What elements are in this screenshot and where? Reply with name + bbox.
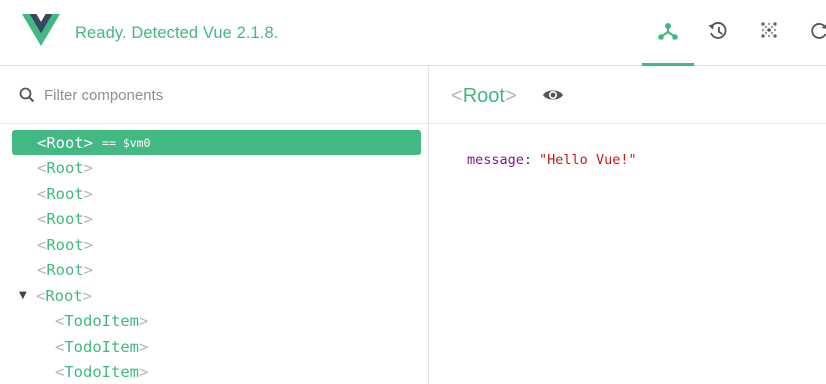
tree-node-root[interactable]: < Root > [37, 181, 93, 206]
open-bracket: < [37, 209, 47, 228]
inspector-header: <Root> [429, 66, 826, 124]
tab-components[interactable] [642, 10, 694, 66]
state-property-row: message: "Hello Vue!" [467, 152, 637, 168]
open-bracket: < [37, 133, 47, 152]
component-name: Root [46, 235, 84, 254]
eye-icon[interactable] [542, 88, 564, 102]
component-name: TodoItem [64, 337, 139, 356]
tree-node-root[interactable]: < Root > [37, 257, 93, 282]
tree-node-root[interactable]: < Root > [37, 155, 93, 180]
component-name: Root [46, 260, 84, 279]
state-key: message [467, 152, 524, 168]
component-name: TodoItem [64, 362, 139, 381]
open-bracket: < [37, 235, 47, 254]
tree-node-todoitem[interactable]: < TodoItem > [55, 334, 148, 359]
open-bracket: < [451, 85, 463, 107]
open-bracket: < [55, 337, 65, 356]
component-name: TodoItem [64, 311, 139, 330]
tree-node-root-selected[interactable]: < Root > == $vm0 [12, 130, 421, 155]
close-bracket: > [83, 209, 94, 228]
open-bracket: < [37, 158, 47, 177]
filter-components-input[interactable] [44, 83, 404, 107]
close-bracket: > [82, 286, 93, 305]
components-icon [658, 23, 678, 40]
component-name: Root [46, 158, 84, 177]
tab-events[interactable] [743, 10, 795, 66]
vue-devtools-window: Ready. Detected Vue 2.1.8. Filter compon… [0, 0, 826, 384]
component-name: Root [46, 209, 84, 228]
open-bracket: < [55, 311, 65, 330]
close-bracket: > [83, 235, 94, 254]
search-icon [19, 87, 35, 103]
filter-bar [0, 66, 428, 124]
open-bracket: < [37, 184, 47, 203]
component-name: Root [46, 184, 84, 203]
tab-refresh[interactable] [794, 10, 826, 66]
close-bracket: > [139, 362, 149, 381]
inspected-component-title: <Root> [451, 85, 517, 108]
tree-node-root-expanded[interactable]: ▼ < Root > [19, 283, 92, 308]
tree-node-root[interactable]: < Root > [37, 232, 93, 257]
state-value[interactable]: "Hello Vue!" [539, 152, 637, 168]
vue-logo [22, 14, 60, 46]
open-bracket: < [55, 362, 65, 381]
close-bracket: > [83, 184, 94, 203]
vue-detected-status: Ready. Detected Vue 2.1.8. [75, 24, 279, 42]
close-bracket: > [139, 311, 149, 330]
close-bracket: > [139, 337, 149, 356]
close-bracket: > [504, 85, 517, 107]
component-name: Root [46, 133, 84, 152]
events-icon [761, 22, 777, 38]
tree-node-root[interactable]: < Root > [37, 206, 93, 231]
history-icon [708, 22, 727, 39]
tab-vuex[interactable] [692, 10, 744, 66]
devtools-header: Ready. Detected Vue 2.1.8. [0, 0, 826, 66]
component-tree-pane: <Root> == $vm0 <Root> <Root> <Root> <Roo… [0, 66, 429, 384]
component-inspector-pane: <Root> message: "Hello Vue!" [429, 66, 826, 384]
close-bracket: > [83, 133, 94, 152]
open-bracket: < [37, 260, 47, 279]
open-bracket: < [36, 286, 46, 305]
vm-reference: == $vm0 [102, 135, 151, 150]
component-name: Root [45, 286, 83, 305]
close-bracket: > [83, 158, 94, 177]
close-bracket: > [83, 260, 94, 279]
tree-node-todoitem[interactable]: < TodoItem > [55, 308, 148, 333]
tree-node-todoitem[interactable]: < TodoItem > [55, 359, 148, 384]
refresh-icon [811, 23, 826, 39]
inspected-component-name: Root [462, 85, 505, 107]
expand-arrow-icon[interactable]: ▼ [19, 290, 36, 301]
state-colon: : [523, 152, 533, 168]
